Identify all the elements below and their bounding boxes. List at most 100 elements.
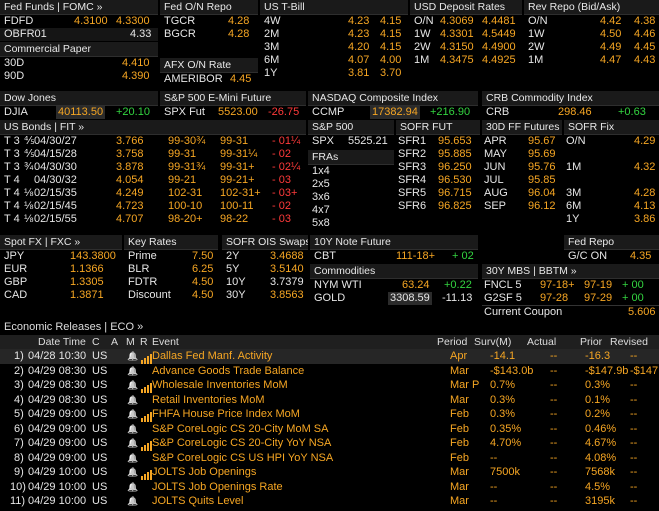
eco-link[interactable]: ECO » — [110, 321, 143, 333]
key-rate-row[interactable]: Prime 7.50 — [124, 250, 218, 263]
nasdaq-header[interactable]: NASDAQ Composite Index — [308, 91, 478, 106]
deposit-row[interactable]: O/N 4.3069 4.4481 — [410, 15, 522, 28]
bond-row[interactable]: T 4 ⅛ 02/15/35 4.249 102-31 102-31+ - 03+ — [0, 187, 306, 200]
fed-funds-row[interactable]: FDFD 4.3100 4.3300 — [0, 15, 158, 28]
col-actual[interactable]: Actual — [527, 335, 556, 349]
ois-row[interactable]: 2Y 3.4688 — [222, 250, 308, 263]
bell-icon[interactable]: 🔔 — [127, 422, 138, 437]
sp-emini-header[interactable]: S&P 500 E-Mini Future — [160, 91, 306, 106]
sofr-fut-row[interactable]: SFR6 96.825 — [396, 200, 480, 213]
ff-future-row[interactable]: APR 95.67 — [482, 135, 562, 148]
ff-futures-header[interactable]: 30D FF Futures — [482, 120, 562, 135]
crb-header[interactable]: CRB Commodity Index — [482, 91, 659, 106]
bell-icon[interactable]: 🔔 — [127, 436, 138, 451]
eco-row[interactable]: 8) 04/29 09:00 US S&P CoreLogic CS US HPI Y… — [0, 451, 659, 466]
ff-future-row[interactable]: JUL 95.85 — [482, 174, 562, 187]
bell-icon[interactable]: 🔔 — [127, 378, 138, 393]
bell-icon[interactable]: 🔔 — [127, 465, 138, 480]
nasdaq-row[interactable]: CCMP 17382.94 +216.90 — [308, 106, 478, 119]
col-country[interactable]: C — [92, 335, 100, 349]
mbs-row[interactable]: FNCL 5 97-18+ 97-19 + 00 — [482, 279, 659, 292]
rev-repo-row[interactable]: 1M 4.47 4.43 — [524, 54, 659, 67]
eco-row[interactable]: 5) 04/29 09:00 US FHFA House Price Index Mo… — [0, 407, 659, 422]
sofr-fix-row[interactable] — [564, 174, 659, 187]
bell-icon[interactable]: 🔔 — [127, 451, 138, 466]
sp500-row[interactable]: SPX 5525.21 — [308, 135, 394, 148]
bond-row[interactable]: T 4 ⅛ 02/15/55 4.707 98-20+ 98-22 - 03 — [0, 213, 306, 226]
rev-repo-header[interactable]: Rev Repo (Bid/Ask) — [524, 0, 659, 15]
sofr-fut-row[interactable]: SFR4 96.530 — [396, 174, 480, 187]
mbs-header[interactable]: 30Y MBS | BBTM » — [482, 264, 659, 279]
eco-row[interactable]: 4) 04/29 08:30 US Retail Inventories MoM Mar… — [0, 393, 659, 408]
sofr-fix-row[interactable]: O/N 4.29 — [564, 135, 659, 148]
sofr-fut-row[interactable]: SFR2 95.885 — [396, 148, 480, 161]
afx-on-header[interactable]: AFX O/N Rate — [160, 58, 258, 73]
rev-repo-row[interactable]: O/N 4.42 4.38 — [524, 15, 659, 28]
fra-row[interactable]: 1x4 — [308, 165, 394, 178]
tbill-row[interactable]: 4W 4.23 4.15 — [260, 15, 408, 28]
key-rate-row[interactable]: Discount 4.50 — [124, 289, 218, 302]
fed-repo-row[interactable]: G/C ON 4.35 — [564, 250, 659, 263]
mbs-row[interactable]: G2SF 5 97-28 97-29 + 00 — [482, 292, 659, 305]
mbs-coupon-row[interactable]: Current Coupon 5.606 — [482, 305, 659, 319]
bell-icon[interactable]: 🔔 — [127, 480, 138, 495]
rev-repo-row[interactable]: 1W 4.50 4.46 — [524, 28, 659, 41]
ois-row[interactable]: 30Y 3.8563 — [222, 289, 308, 302]
col-m[interactable]: M — [126, 335, 135, 349]
bond-row[interactable]: T 4 ⅛ 02/15/45 4.723 100-10 100-11 - 02 — [0, 200, 306, 213]
ff-future-row[interactable]: MAY 95.69 — [482, 148, 562, 161]
fed-on-repo-row[interactable]: TGCR 4.28 — [160, 15, 258, 28]
sofr-ois-header[interactable]: SOFR OIS Swaps — [222, 235, 308, 250]
sp500-header[interactable]: S&P 500 — [308, 120, 394, 135]
fed-on-repo-header[interactable]: Fed O/N Repo — [160, 0, 258, 15]
sp-emini-row[interactable]: SPX Fut 5523.00 -26.75 — [160, 106, 306, 119]
eco-row[interactable]: 2) 04/29 08:30 US Advance Goods Trade Balan… — [0, 364, 659, 379]
sofr-fix-row[interactable]: 3M 4.28 — [564, 187, 659, 200]
bell-icon[interactable]: 🔔 — [127, 349, 138, 364]
eco-row[interactable]: 1) 04/28 10:30 US Dallas Fed Manf. Activity… — [0, 349, 659, 364]
bell-icon[interactable]: 🔔 — [127, 393, 138, 408]
note-future-header[interactable]: 10Y Note Future — [310, 235, 478, 250]
sofr-fix-row[interactable]: 1Y 3.86 — [564, 213, 659, 226]
eco-row[interactable]: 9) 04/29 10:00 US JOLTS Job Openings Mar 7500… — [0, 465, 659, 480]
dow-jones-row[interactable]: DJIA 40113.50 +20.10 — [0, 106, 158, 119]
col-datetime[interactable]: Date Time — [38, 335, 86, 349]
commercial-paper-row[interactable]: 90D 4.390 — [0, 70, 158, 83]
bond-row[interactable]: T 4 04/30/32 4.054 99-21 99-21+ - 03 — [0, 174, 306, 187]
col-alert[interactable]: A — [111, 335, 118, 349]
rev-repo-row[interactable]: 2W 4.49 4.45 — [524, 41, 659, 54]
sofr-fut-row[interactable]: SFR1 95.653 — [396, 135, 480, 148]
fra-row[interactable]: 5x8 — [308, 217, 394, 230]
fed-funds-row[interactable]: OBFR01 4.33 — [0, 28, 158, 41]
afx-on-row[interactable]: AMERIBOR 4.45 — [160, 73, 258, 86]
tbill-row[interactable]: 3M 4.20 4.15 — [260, 41, 408, 54]
col-prior[interactable]: Prior — [580, 335, 602, 349]
ois-row[interactable]: 5Y 3.5140 — [222, 263, 308, 276]
col-event[interactable]: Event — [152, 335, 179, 349]
key-rate-row[interactable]: FDTR 4.50 — [124, 276, 218, 289]
fed-repo-header[interactable]: Fed Repo — [564, 235, 659, 250]
bond-row[interactable]: T 3 ⅘ 04/15/28 3.758 99-31 99-31¼ - 02 — [0, 148, 306, 161]
key-rates-header[interactable]: Key Rates — [124, 235, 218, 250]
ois-row[interactable]: 10Y 3.7379 — [222, 276, 308, 289]
eco-row[interactable]: 10) 04/29 10:00 US JOLTS Job Openings Rate M… — [0, 480, 659, 495]
ff-future-row[interactable]: SEP 96.12 — [482, 200, 562, 213]
ff-future-row[interactable]: AUG 96.04 — [482, 187, 562, 200]
crb-row[interactable]: CRB 298.46 +0.63 — [482, 106, 659, 119]
commercial-paper-header[interactable]: Commercial Paper — [0, 42, 158, 57]
sofr-fut-row[interactable]: SFR3 96.250 — [396, 161, 480, 174]
fx-row[interactable]: JPY 143.3800 — [0, 250, 122, 263]
col-r[interactable]: R — [140, 335, 148, 349]
bell-icon[interactable]: 🔔 — [127, 407, 138, 422]
col-survey[interactable]: Surv(M) — [474, 335, 511, 349]
eco-row[interactable]: 6) 04/29 09:00 US S&P CoreLogic CS 20-City … — [0, 422, 659, 437]
fx-row[interactable]: CAD 1.3871 — [0, 289, 122, 302]
fx-row[interactable]: GBP 1.3305 — [0, 276, 122, 289]
bond-row[interactable]: T 3 ¾ 04/30/30 3.878 99-31¾ 99-31+ - 02¼ — [0, 161, 306, 174]
deposit-row[interactable]: 1W 4.3301 4.5449 — [410, 28, 522, 41]
sofr-fut-row[interactable]: SFR5 96.715 — [396, 187, 480, 200]
col-period[interactable]: Period — [437, 335, 467, 349]
commodities-header[interactable]: Commodities — [310, 264, 478, 279]
us-tbill-header[interactable]: US T-Bill — [260, 0, 408, 15]
dow-jones-header[interactable]: Dow Jones — [0, 91, 158, 106]
